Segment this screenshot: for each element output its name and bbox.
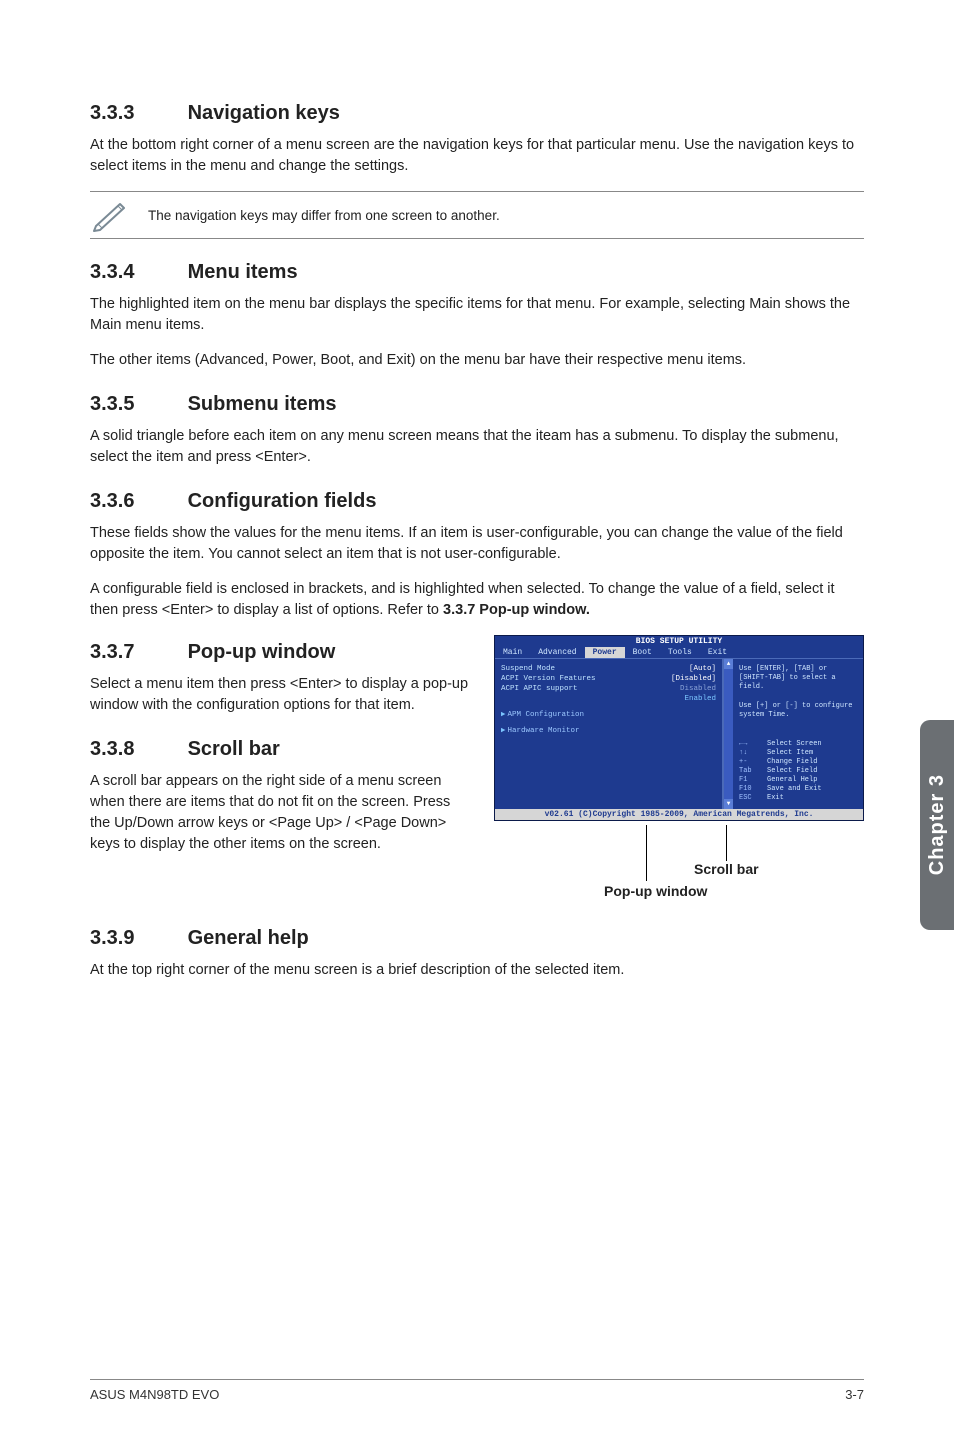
bios-footer: v02.61 (C)Copyright 1985-2009, American …	[495, 809, 863, 820]
para-336-2: A configurable field is enclosed in brac…	[90, 579, 864, 621]
bios-scrollbar: ▲ ▼	[723, 659, 733, 809]
bios-screenshot: BIOS SETUP UTILITY Main Advanced Power B…	[494, 635, 864, 821]
bios-tab-exit: Exit	[700, 647, 735, 658]
para-334-2: The other items (Advanced, Power, Boot, …	[90, 350, 864, 371]
para-334-1: The highlighted item on the menu bar dis…	[90, 294, 864, 336]
bios-help-pane: Use [ENTER], [TAB] or [SHIFT-TAB] to sel…	[733, 659, 863, 809]
chapter-side-tab: Chapter 3	[920, 720, 954, 930]
heading-335: 3.3.5 Submenu items	[90, 393, 864, 416]
pencil-icon	[90, 198, 130, 232]
bios-tabs: Main Advanced Power Boot Tools Exit	[495, 647, 863, 659]
heading-334: 3.3.4 Menu items	[90, 261, 864, 284]
bios-tab-power: Power	[585, 647, 625, 658]
page-footer: ASUS M4N98TD EVO 3-7	[90, 1387, 864, 1402]
note-text: The navigation keys may differ from one …	[148, 208, 864, 223]
callout-scrollbar: Scroll bar	[694, 861, 759, 877]
bios-help-text: Use [ENTER], [TAB] or [SHIFT-TAB] to sel…	[739, 665, 857, 720]
heading-333: 3.3.3 Navigation keys	[90, 102, 864, 125]
scroll-down-icon: ▼	[724, 799, 733, 809]
footer-rule	[90, 1379, 864, 1380]
callout-popup: Pop-up window	[604, 883, 707, 899]
para-338-1: A scroll bar appears on the right side o…	[90, 771, 474, 855]
para-336-1: These fields show the values for the men…	[90, 523, 864, 565]
bios-tab-tools: Tools	[660, 647, 700, 658]
bios-left-pane: Suspend Mode[Auto] ACPI Version Features…	[495, 659, 723, 809]
bios-nav-keys: ←→Select Screen ↑↓Select Item +-Change F…	[739, 740, 857, 804]
heading-title: Navigation keys	[188, 102, 340, 124]
triangle-icon: ▶	[501, 711, 506, 719]
triangle-icon: ▶	[501, 727, 506, 735]
bios-sub-hw: ▶Hardware Monitor	[501, 725, 716, 735]
footer-left: ASUS M4N98TD EVO	[90, 1387, 219, 1402]
para-337-1: Select a menu item then press <Enter> to…	[90, 674, 474, 716]
heading-336: 3.3.6 Configuration fields	[90, 490, 864, 513]
heading-339: 3.3.9 General help	[90, 927, 864, 950]
para-335-1: A solid triangle before each item on any…	[90, 426, 864, 468]
heading-338: 3.3.8 Scroll bar	[90, 738, 474, 761]
note-block: The navigation keys may differ from one …	[90, 191, 864, 239]
footer-right: 3-7	[845, 1387, 864, 1402]
para-333-1: At the bottom right corner of a menu scr…	[90, 135, 864, 177]
heading-num: 3.3.3	[90, 102, 182, 125]
para-339-1: At the top right corner of the menu scre…	[90, 960, 864, 981]
bios-sub-apm: ▶APM Configuration	[501, 709, 716, 719]
bios-tab-boot: Boot	[625, 647, 660, 658]
scroll-up-icon: ▲	[724, 659, 733, 669]
bios-title: BIOS SETUP UTILITY	[495, 636, 863, 647]
callouts: Scroll bar Pop-up window	[494, 825, 864, 905]
heading-337: 3.3.7 Pop-up window	[90, 641, 474, 664]
bios-tab-advanced: Advanced	[530, 647, 584, 658]
bios-tab-main: Main	[495, 647, 530, 658]
